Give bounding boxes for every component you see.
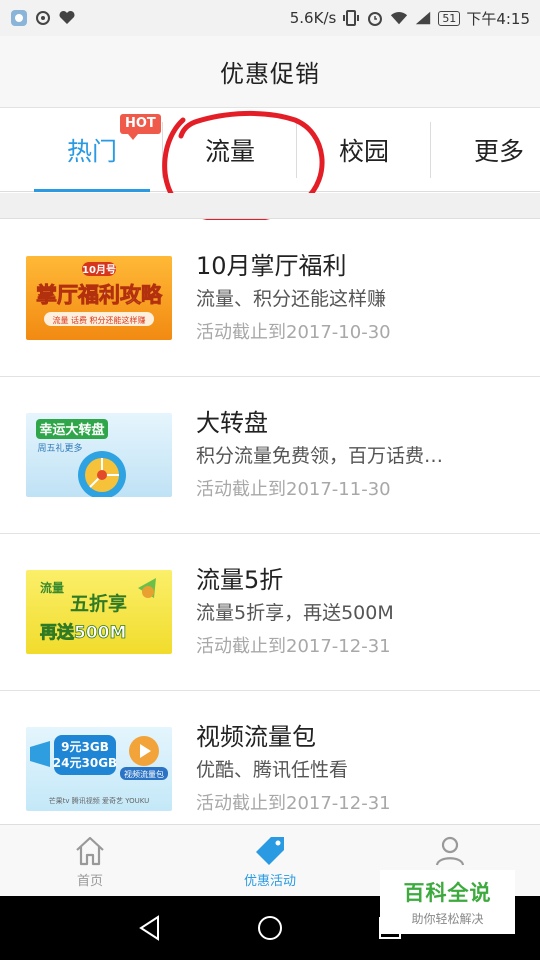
thumb-text: 24元30GB — [53, 756, 117, 770]
thumb-text: 9元3GB — [61, 740, 109, 754]
thumb-text: 再送500M — [40, 622, 126, 643]
home-button[interactable] — [254, 912, 286, 944]
back-triangle-icon — [139, 915, 159, 941]
tab-bar: 热门 HOT 流量 校园 更多 — [0, 108, 540, 192]
health-icon — [58, 9, 76, 27]
nav-home[interactable]: 首页 — [0, 825, 180, 896]
tab-campus[interactable]: 校园 — [297, 108, 431, 192]
hot-badge: HOT — [120, 114, 161, 140]
promotion-thumbnail: 9元3GB 24元30GB 视频流量包 芒果tv 腾讯视频 爱奇艺 YOUKU — [26, 727, 172, 811]
promotion-description: 积分流量免费领，百万话费… — [196, 445, 444, 467]
thumb-text: 芒果tv 腾讯视频 爱奇艺 YOUKU — [49, 796, 150, 805]
app-notification-icon — [10, 9, 28, 27]
home-icon — [76, 836, 104, 866]
watermark-subtitle: 助你轻松解决 — [411, 912, 484, 926]
home-circle-icon — [258, 916, 282, 940]
user-icon — [435, 836, 465, 866]
thumb-text: 10月号 — [82, 264, 116, 276]
tab-label: 热门 — [66, 137, 117, 166]
clock: 下午4:15 — [466, 9, 530, 28]
back-button[interactable] — [134, 912, 166, 944]
promotion-title: 流量5折 — [196, 566, 284, 594]
promotion-title: 视频流量包 — [196, 723, 316, 751]
nav-label: 首页 — [76, 874, 103, 889]
promotion-deadline: 活动截止到2017-12-31 — [196, 793, 391, 814]
status-bar: 5.6K/s 51 下午4:15 — [0, 0, 540, 36]
network-speed: 5.6K/s — [289, 9, 337, 27]
watermark-title: 百科全说 — [403, 881, 492, 905]
thumb-text: 掌厅福利攻略 — [36, 283, 163, 307]
tab-more[interactable]: 更多 — [432, 108, 540, 192]
vibrate-icon — [342, 9, 360, 27]
thumb-text: 幸运大转盘 — [39, 422, 104, 438]
thumb-text: 视频流量包 — [124, 769, 164, 779]
battery-indicator: 51 — [438, 10, 461, 26]
promotion-thumbnail: 幸运大转盘 周五礼更多 — [26, 413, 172, 497]
promotion-item[interactable]: 幸运大转盘 周五礼更多 大转盘 积分流量免费领，百万话费… 活动截止到2017-… — [0, 377, 540, 534]
nav-label: 优惠活动 — [243, 874, 296, 889]
tab-divider — [430, 122, 431, 178]
promotion-description: 流量、积分还能这样赚 — [196, 288, 387, 310]
watermark-logo: 百科全说 助你轻松解决 — [380, 870, 515, 934]
promotion-deadline: 活动截止到2017-10-30 — [196, 322, 391, 343]
promotion-description: 优酷、腾讯任性看 — [196, 759, 349, 781]
promotion-description: 流量5折享，再送500M — [196, 602, 394, 624]
page-title: 优惠促销 — [220, 60, 320, 88]
promotion-item[interactable]: 10月号 掌厅福利攻略 流量 话费 积分还能这样赚 10月掌厅福利 流量、积分还… — [0, 220, 540, 377]
tab-label: 流量 — [204, 137, 255, 166]
tag-icon — [256, 837, 284, 865]
thumb-text: 周五礼更多 — [37, 442, 82, 454]
promotion-title: 10月掌厅福利 — [196, 252, 347, 280]
tab-label: 更多 — [473, 137, 524, 166]
promotion-deadline: 活动截止到2017-12-31 — [196, 636, 391, 657]
tab-data[interactable]: 流量 — [163, 108, 297, 192]
sync-icon — [34, 9, 52, 27]
promotion-title: 大转盘 — [196, 409, 268, 437]
tab-label: 校园 — [338, 137, 389, 166]
cellular-signal-icon — [414, 9, 432, 27]
wifi-icon — [390, 9, 408, 27]
promotion-deadline: 活动截止到2017-11-30 — [196, 479, 391, 500]
alarm-icon — [366, 9, 384, 27]
thumb-text: 流量 — [40, 580, 64, 595]
nav-promotions[interactable]: 优惠活动 — [180, 825, 360, 896]
section-gap — [0, 193, 540, 219]
promotion-item[interactable]: 流量 五折享 再送500M 流量5折 流量5折享，再送500M 活动截止到201… — [0, 534, 540, 691]
thumb-text: 流量 话费 积分还能这样赚 — [52, 315, 145, 325]
promotion-thumbnail: 10月号 掌厅福利攻略 流量 话费 积分还能这样赚 — [26, 256, 172, 340]
promotion-list: 10月号 掌厅福利攻略 流量 话费 积分还能这样赚 10月掌厅福利 流量、积分还… — [0, 220, 540, 848]
thumb-text: 五折享 — [70, 592, 127, 615]
title-bar: 优惠促销 — [0, 36, 540, 108]
promotion-thumbnail: 流量 五折享 再送500M — [26, 570, 172, 654]
active-tab-indicator — [34, 189, 150, 192]
